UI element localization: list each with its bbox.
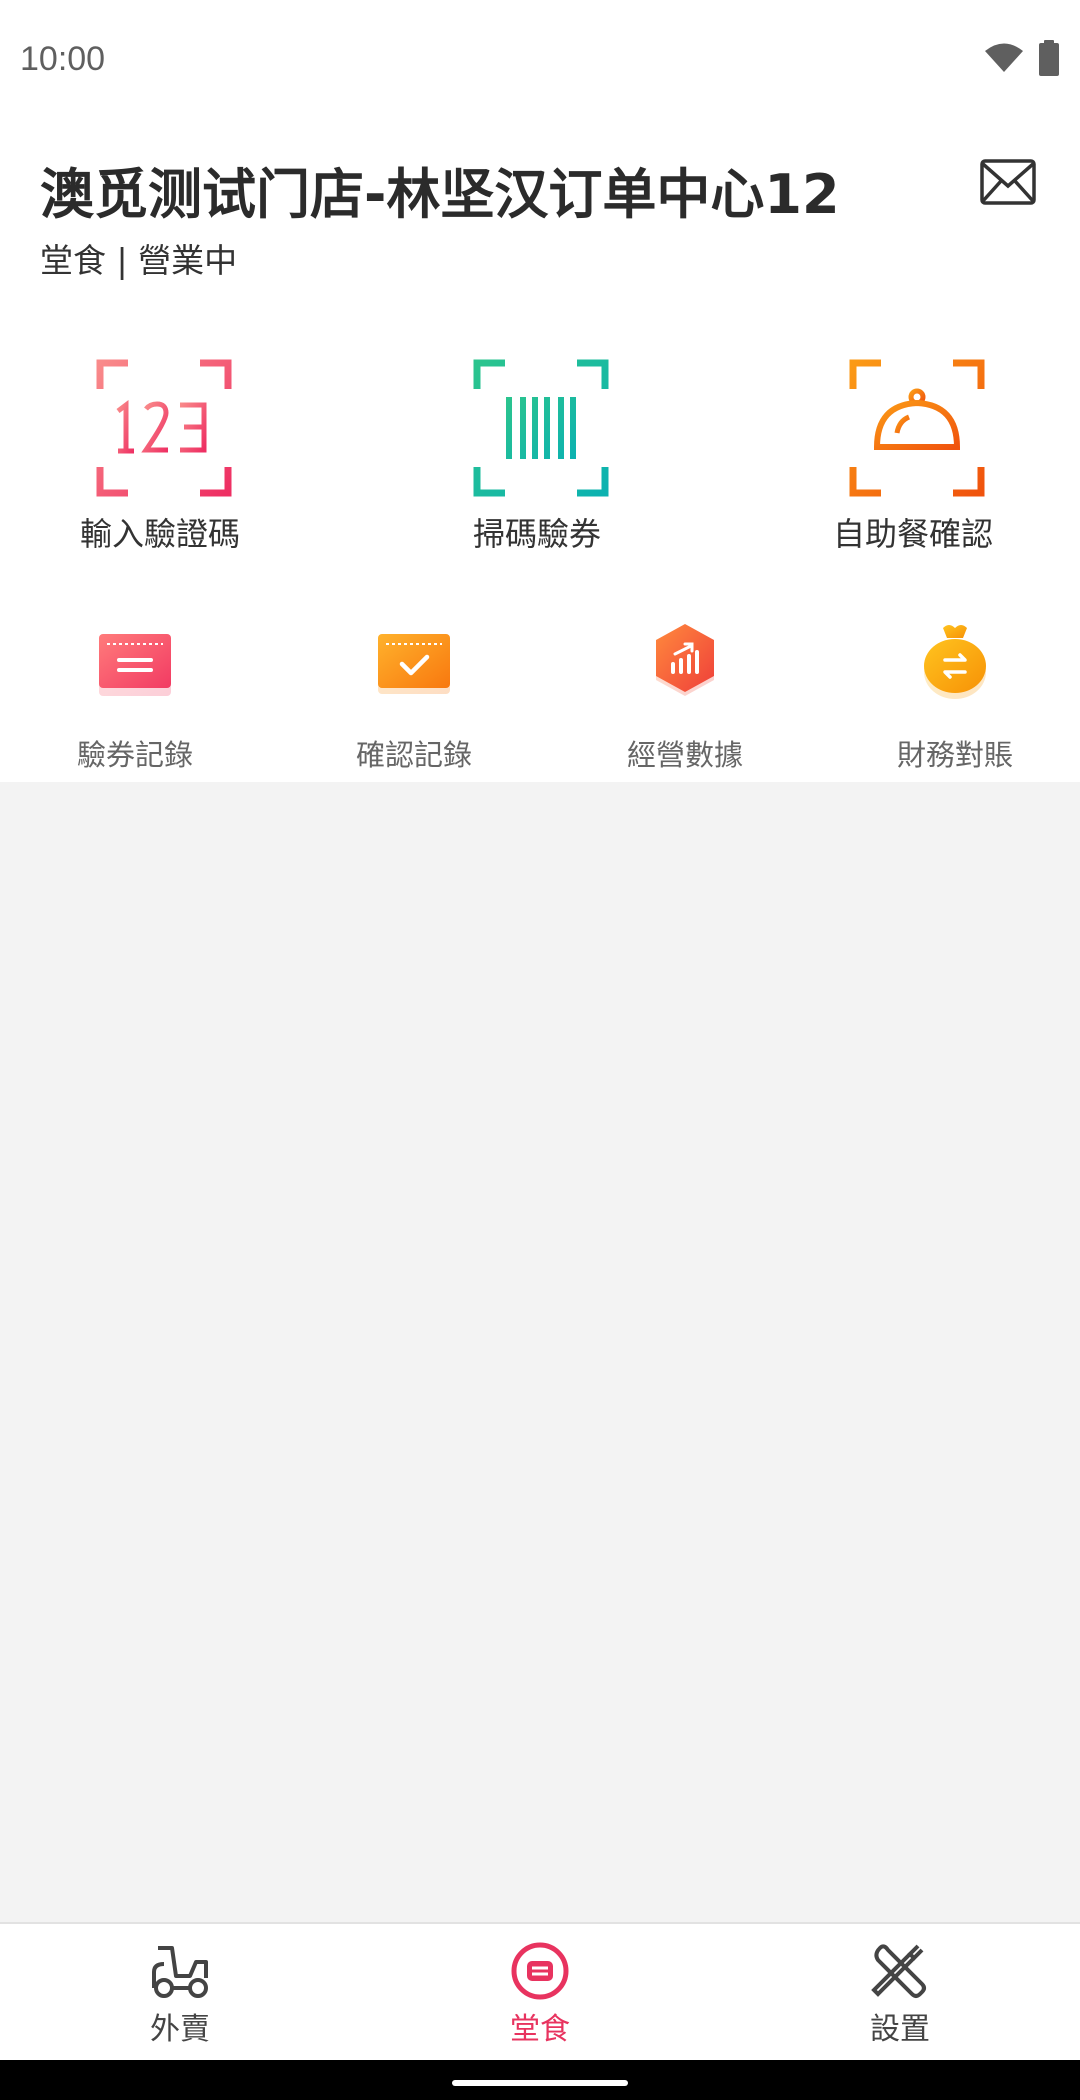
status-time: 10:00: [20, 40, 106, 78]
confirm-records-button[interactable]: 確認記錄: [279, 620, 549, 772]
top-panel: 10:00 澳觅测试门店-林坚汉订单中心12 堂食 | 營業中 輸入驗證碼 掃碼…: [0, 0, 1080, 782]
buffet-confirm-label: 自助餐確認: [832, 515, 993, 553]
scooter-icon: [150, 1942, 210, 2000]
shortcut-grid: 驗券記錄 確認記錄 經營數據 財務對賬: [0, 620, 1080, 772]
buffet-confirm-button[interactable]: 自助餐確認: [763, 355, 1063, 565]
mail-button[interactable]: [980, 158, 1036, 206]
nav-settings-label: 設置: [870, 2012, 930, 2047]
scan-voucher-button[interactable]: 掃碼驗券: [387, 355, 687, 565]
system-nav-bar: [0, 2060, 1080, 2100]
business-data-label: 經營數據: [626, 738, 743, 772]
barcode-scan-icon: [473, 359, 609, 497]
home-indicator[interactable]: [452, 2080, 628, 2086]
nav-dine-in[interactable]: 堂食: [360, 1924, 720, 2062]
battery-icon: [1038, 40, 1060, 80]
finance-reconcile-button[interactable]: 財務對賬: [820, 620, 1080, 772]
nav-takeout-label: 外賣: [150, 2012, 210, 2047]
nav-settings[interactable]: 設置: [720, 1924, 1080, 2062]
voucher-records-label: 驗券記錄: [76, 738, 193, 772]
store-title: 澳觅测试门店-林坚汉订单中心12: [40, 163, 840, 226]
bottom-nav: 外賣 堂食 設置: [0, 1922, 1080, 2060]
tools-icon: [870, 1942, 930, 2000]
finance-reconcile-label: 財務對賬: [896, 738, 1013, 772]
nav-takeout[interactable]: 外賣: [0, 1924, 360, 2062]
store-status: 堂食 | 營業中: [40, 241, 238, 280]
business-data-button[interactable]: 經營數據: [550, 620, 820, 772]
business-data-icon: [645, 620, 725, 700]
code-input-icon: [96, 359, 232, 497]
mail-icon: [980, 159, 1036, 205]
dine-in-icon: [510, 1942, 570, 2000]
enter-code-button[interactable]: 輸入驗證碼: [10, 355, 310, 565]
nav-dine-in-label: 堂食: [510, 2012, 570, 2047]
scan-voucher-label: 掃碼驗券: [472, 515, 601, 553]
money-bag-icon: [915, 620, 995, 700]
ticket-record-icon: [95, 620, 175, 700]
confirm-records-label: 確認記錄: [355, 738, 472, 772]
wifi-icon: [984, 42, 1024, 78]
confirm-record-icon: [374, 620, 454, 700]
voucher-records-button[interactable]: 驗券記錄: [0, 620, 270, 772]
food-cloche-icon: [849, 359, 985, 497]
enter-code-label: 輸入驗證碼: [79, 515, 240, 553]
main-actions: 輸入驗證碼 掃碼驗券 自助餐確認: [0, 355, 1080, 565]
status-bar: 10:00: [0, 0, 1080, 118]
